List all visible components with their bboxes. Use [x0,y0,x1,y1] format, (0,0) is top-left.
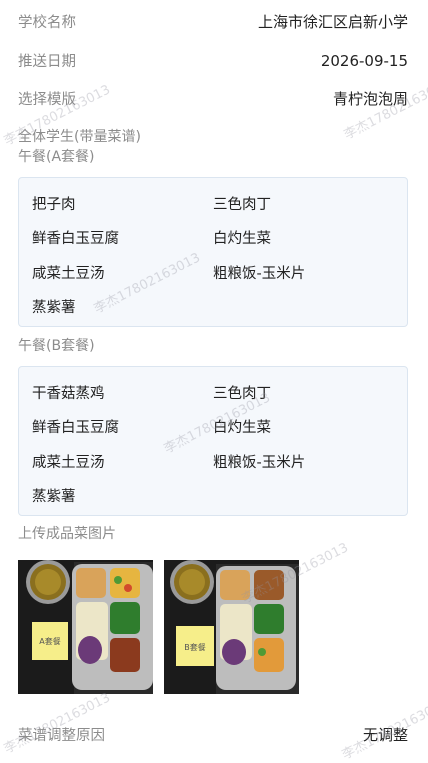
dish-photo-1[interactable]: A套餐 [18,560,153,694]
menu-item: 蒸紫薯 [32,300,76,317]
date-label: 推送日期 [18,54,76,70]
lunch-b-menu-box: 干香菇蒸鸡 三色肉丁 鲜香白玉豆腐 白灼生菜 咸菜土豆汤 粗粮饭-玉米片 蒸紫薯 [18,366,408,516]
dish-photo-2[interactable]: B套餐 [164,560,299,694]
menu-item: 三色肉丁 [213,196,271,213]
date-value: 2026-09-15 [320,51,408,70]
template-value[interactable]: 青柠泡泡周 [333,88,408,109]
watermark: 李杰17802163013 [1,690,113,757]
lunch-a-title: 午餐(A套餐) [18,149,95,165]
menu-item: 把子肉 [32,196,76,213]
school-row: 学校名称 上海市徐汇区启新小学 [18,11,408,32]
lunch-a-menu-box: 把子肉 三色肉丁 鲜香白玉豆腐 白灼生菜 咸菜土豆汤 粗粮饭-玉米片 蒸紫薯 [18,177,408,327]
school-value: 上海市徐汇区启新小学 [257,13,408,31]
date-row: 推送日期 2026-09-15 [18,50,408,71]
photo-note-text: A套餐 [39,636,60,646]
menu-item: 白灼生菜 [213,231,271,248]
lunch-b-menu-grid: 干香菇蒸鸡 三色肉丁 鲜香白玉豆腐 白灼生菜 咸菜土豆汤 粗粮饭-玉米片 蒸紫薯 [32,375,407,513]
menu-item: 粗粮饭-玉米片 [213,265,306,282]
lunch-a-menu-grid: 把子肉 三色肉丁 鲜香白玉豆腐 白灼生菜 咸菜土豆汤 粗粮饭-玉米片 蒸紫薯 [32,186,407,324]
template-row[interactable]: 选择模版 青柠泡泡周 [18,88,408,109]
menu-item: 鲜香白玉豆腐 [32,420,119,437]
menu-item: 咸菜土豆汤 [32,454,105,471]
school-label: 学校名称 [18,15,76,31]
menu-item: 干香菇蒸鸡 [32,385,105,402]
menu-item: 蒸紫薯 [32,489,76,506]
menu-item: 粗粮饭-玉米片 [213,454,306,471]
food-tray-image: A套餐 [18,560,153,694]
menu-item: 白灼生菜 [213,420,271,437]
adjust-value: 无调整 [362,726,408,744]
menu-item: 鲜香白玉豆腐 [32,231,119,248]
menu-item: 三色肉丁 [213,385,271,402]
student-group-label: 全体学生(带量菜谱) [18,129,141,145]
upload-label: 上传成品菜图片 [18,526,116,542]
photo-note-text: B套餐 [184,642,206,652]
adjust-row: 菜谱调整原因 无调整 [18,724,408,745]
template-label: 选择模版 [18,92,76,108]
food-tray-image: B套餐 [164,560,299,694]
menu-item: 咸菜土豆汤 [32,265,105,282]
adjust-label: 菜谱调整原因 [18,728,105,744]
lunch-b-title: 午餐(B套餐) [18,338,95,354]
